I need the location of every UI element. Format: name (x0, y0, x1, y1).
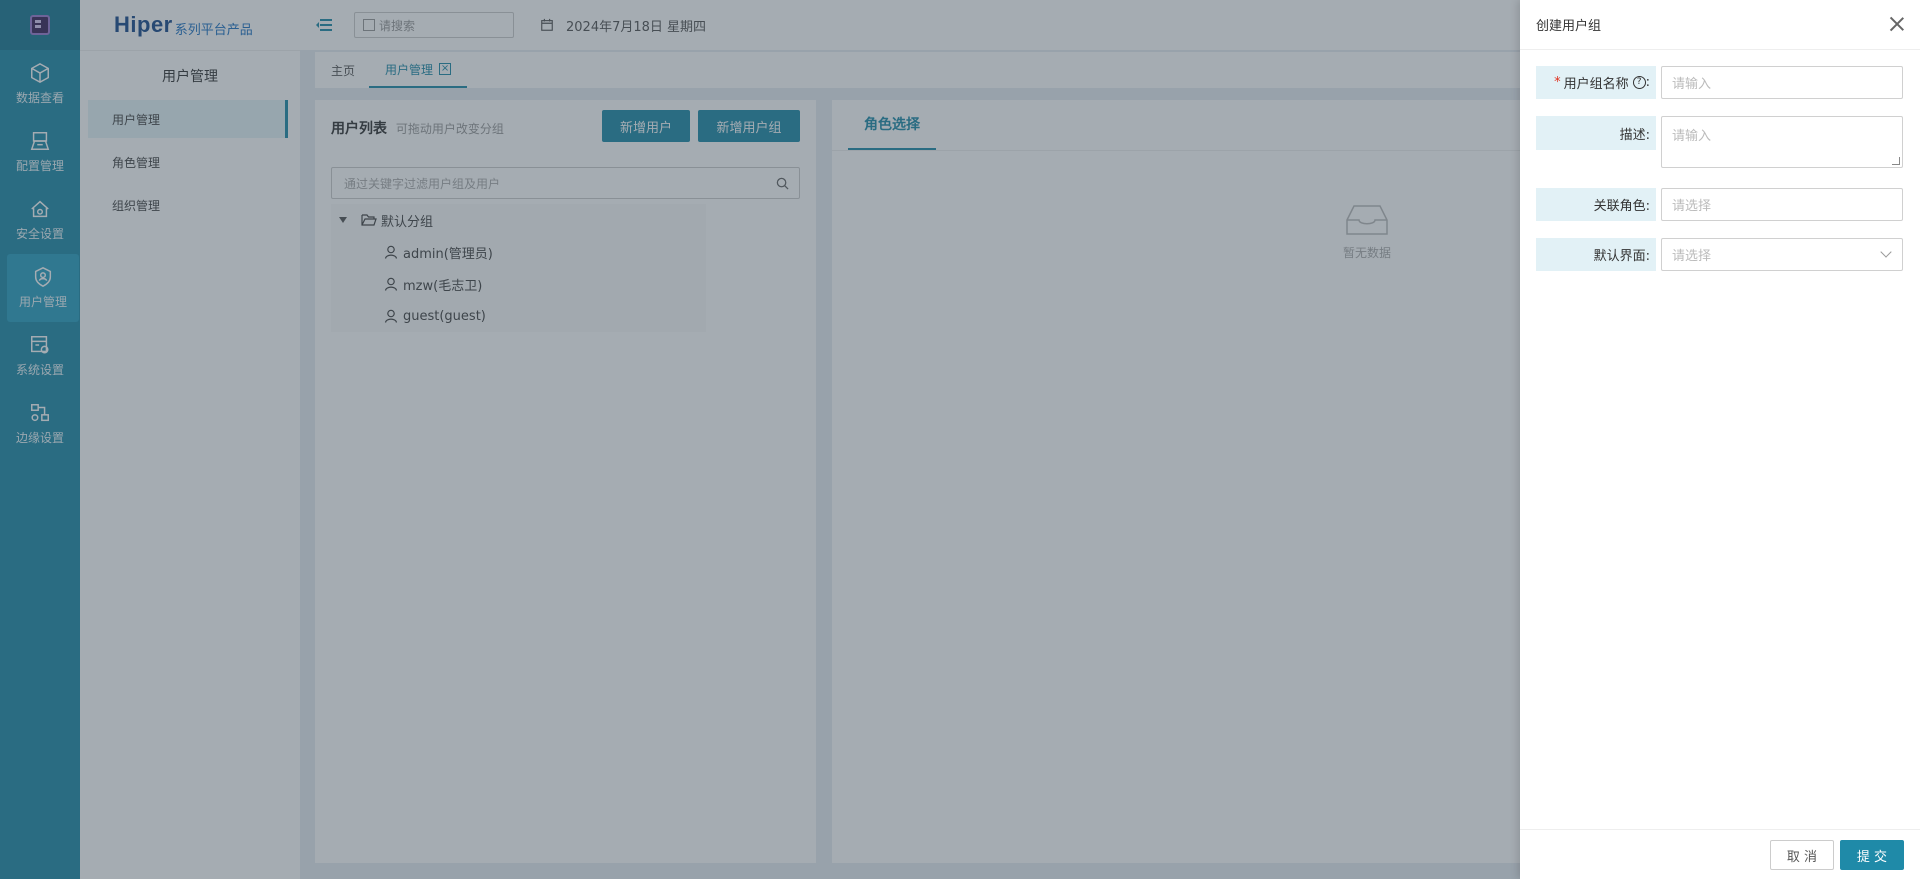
field-linked-role: 关联角色: 请选择 (1536, 188, 1903, 221)
create-user-group-drawer: 创建用户组 * 用户组名称 ? : 请输入 描述: 请输入 关联角色: 请选择 … (1520, 0, 1920, 879)
field-label: * 用户组名称 ? : (1536, 66, 1656, 99)
description-label: 描述: (1536, 116, 1656, 150)
drawer-mask[interactable] (0, 0, 1520, 879)
field-default-view: 默认界面: 请选择 (1536, 238, 1903, 271)
group-name-input[interactable]: 请输入 (1661, 66, 1903, 99)
required-mark: * (1554, 75, 1561, 90)
cancel-button[interactable]: 取 消 (1770, 840, 1834, 870)
help-icon[interactable]: ? (1632, 76, 1646, 89)
description-textarea[interactable]: 请输入 (1661, 116, 1903, 168)
resize-handle-icon[interactable] (1892, 157, 1900, 165)
field-group-name: * 用户组名称 ? : 请输入 (1536, 66, 1903, 99)
drawer-footer: 取 消 提 交 (1520, 829, 1920, 879)
input-placeholder: 请输入 (1672, 77, 1712, 92)
select-placeholder: 请选择 (1672, 249, 1712, 264)
group-name-label: 用户组名称 (1563, 77, 1629, 92)
select-placeholder: 请选择 (1672, 199, 1712, 214)
label-colon: : (1645, 75, 1650, 90)
submit-button[interactable]: 提 交 (1840, 840, 1904, 870)
field-description: 描述: 请输入 (1536, 116, 1903, 168)
linked-role-label: 关联角色: (1536, 188, 1656, 221)
chevron-down-icon (1880, 246, 1892, 258)
input-placeholder: 请输入 (1672, 129, 1712, 144)
drawer-header: 创建用户组 (1520, 0, 1920, 50)
linked-role-select[interactable]: 请选择 (1661, 188, 1903, 221)
close-icon[interactable] (1890, 17, 1904, 31)
default-view-label: 默认界面: (1536, 238, 1656, 271)
default-view-select[interactable]: 请选择 (1661, 238, 1903, 271)
drawer-title: 创建用户组 (1536, 19, 1602, 34)
